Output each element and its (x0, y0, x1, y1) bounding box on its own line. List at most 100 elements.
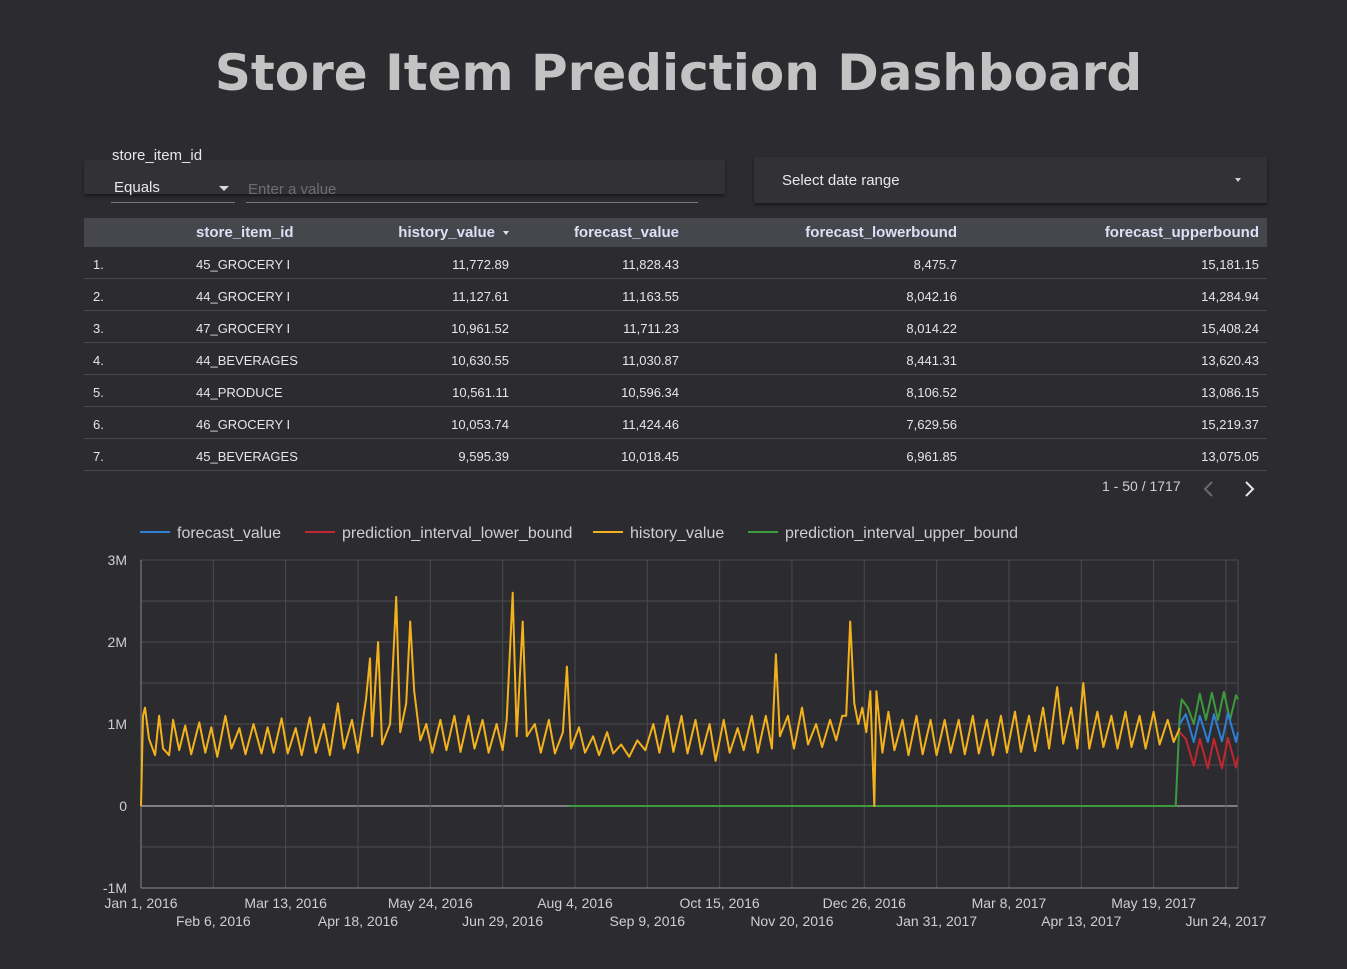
cell-forecast-lowerbound: 8,014.22 (906, 321, 957, 336)
col-header-forecast-value[interactable]: forecast_value (574, 224, 679, 241)
date-range-label: Select date range (782, 172, 900, 189)
x-tick-label: Nov 20, 2016 (750, 913, 833, 929)
cell-forecast-upperbound: 15,219.37 (1201, 417, 1259, 432)
cell-history-value: 9,595.39 (458, 449, 509, 464)
col-header-history-value[interactable]: history_value (398, 224, 509, 241)
cell-history-value: 10,053.74 (451, 417, 509, 432)
x-tick-label: Dec 26, 2016 (823, 895, 906, 911)
cell-forecast-upperbound: 13,620.43 (1201, 353, 1259, 368)
x-tick-label: Apr 13, 2017 (1041, 913, 1121, 929)
series-line-prediction-interval-upper-bound (569, 691, 1239, 807)
chevron-left-icon (1203, 481, 1213, 497)
cell-forecast-upperbound: 14,284.94 (1201, 289, 1259, 304)
x-tick-label: May 19, 2017 (1111, 895, 1196, 911)
series-line-forecast-value (1178, 712, 1239, 743)
cell-forecast-value: 11,711.23 (623, 321, 679, 336)
data-table: store_item_id history_value forecast_val… (84, 218, 1267, 471)
cell-store-item-id: 44_BEVERAGES (196, 353, 298, 368)
legend-swatch (748, 530, 778, 533)
x-tick-label: Feb 6, 2016 (176, 913, 251, 929)
y-tick-label: 3M (108, 552, 127, 568)
time-series-chart: -1M 0 1M 2M 3M Jan 1, 2016 Feb 6, 2016 Mar 13, … (103, 552, 1267, 929)
cell-history-value: 10,961.52 (451, 321, 509, 336)
cell-forecast-lowerbound: 8,042.16 (906, 289, 957, 304)
table-header: store_item_id history_value forecast_val… (84, 218, 1267, 247)
cell-forecast-value: 11,030.87 (622, 353, 679, 368)
table-row[interactable]: 7. 45_BEVERAGES 9,595.39 10,018.45 6,961.85 1… (84, 439, 1267, 471)
col-header-forecast-lowerbound[interactable]: forecast_lowerbound (805, 224, 957, 241)
y-tick-label: -1M (103, 880, 127, 896)
pagination-text: 1 - 50 / 1717 (1102, 478, 1181, 494)
caret-down-icon (219, 186, 229, 191)
cell-forecast-lowerbound: 8,106.52 (906, 385, 957, 400)
table-row[interactable]: 2. 44_GROCERY I 11,127.61 11,163.55 8,042.16… (84, 279, 1267, 311)
cell-forecast-lowerbound: 8,475.7 (913, 257, 957, 272)
cell-history-value: 11,772.89 (452, 257, 509, 272)
x-tick-label: Mar 13, 2016 (244, 895, 327, 911)
sort-desc-icon (503, 231, 509, 236)
next-page-button[interactable] (1238, 478, 1260, 500)
cell-forecast-lowerbound: 6,961.85 (906, 449, 957, 464)
cell-store-item-id: 44_GROCERY I (196, 289, 291, 304)
filter-operator-select[interactable]: Equals (111, 176, 235, 203)
y-tick-label: 0 (119, 798, 127, 814)
table-row[interactable]: 3. 47_GROCERY I 10,961.52 11,711.23 8,014.22… (84, 311, 1267, 343)
cell-forecast-value: 10,596.34 (621, 385, 679, 400)
legend-item[interactable]: history_value (593, 525, 724, 543)
cell-forecast-upperbound: 13,075.05 (1201, 449, 1259, 464)
cell-rank: 3. (93, 321, 104, 336)
x-tick-label: Jun 29, 2016 (462, 913, 543, 929)
x-tick-label: Apr 18, 2016 (318, 913, 398, 929)
y-tick-label: 1M (108, 716, 127, 732)
x-tick-label: Jun 24, 2017 (1185, 913, 1266, 929)
series-line-history-value (140, 591, 1181, 807)
table-body: 1. 45_GROCERY I 11,772.89 11,828.43 8,475.7 1… (84, 247, 1267, 471)
legend-swatch (140, 530, 170, 533)
cell-history-value: 11,127.61 (452, 289, 509, 304)
legend-label: forecast_value (177, 525, 282, 542)
table-row[interactable]: 4. 44_BEVERAGES 10,630.55 11,030.87 8,441.31… (84, 343, 1267, 375)
table-row[interactable]: 6. 46_GROCERY I 10,053.74 11,424.46 7,629.56… (84, 407, 1267, 439)
col-header-store-item-id[interactable]: store_item_id (196, 224, 294, 241)
dashboard-title: Store Item Prediction Dashboard (214, 44, 1143, 102)
x-tick-label: Jan 1, 2016 (104, 895, 177, 911)
cell-forecast-value: 11,163.55 (622, 289, 679, 304)
cell-forecast-upperbound: 15,408.24 (1201, 321, 1259, 336)
x-tick-label: May 24, 2016 (388, 895, 473, 911)
cell-forecast-value: 11,424.46 (622, 417, 679, 432)
col-header-forecast-upperbound[interactable]: forecast_upperbound (1105, 224, 1259, 241)
legend-item[interactable]: prediction_interval_lower_bound (305, 525, 572, 543)
cell-rank: 7. (93, 449, 104, 464)
cell-rank: 2. (93, 289, 104, 304)
cell-forecast-value: 10,018.45 (621, 449, 679, 464)
legend-label: history_value (630, 525, 725, 542)
x-tick-label: Sep 9, 2016 (610, 913, 686, 929)
cell-store-item-id: 44_PRODUCE (196, 385, 283, 400)
legend-swatch (593, 530, 623, 533)
cell-history-value: 10,561.11 (452, 385, 509, 400)
chevron-right-icon (1245, 481, 1255, 497)
table-row[interactable]: 1. 45_GROCERY I 11,772.89 11,828.43 8,475.7 1… (84, 247, 1267, 279)
date-range-picker[interactable]: Select date range (754, 157, 1267, 203)
col-header-label: history_value (398, 224, 495, 241)
cell-forecast-upperbound: 13,086.15 (1201, 385, 1259, 400)
cell-rank: 5. (93, 385, 104, 400)
prev-page-button[interactable] (1198, 478, 1220, 500)
cell-forecast-lowerbound: 8,441.31 (906, 353, 957, 368)
legend-label: prediction_interval_upper_bound (785, 525, 1019, 542)
legend-item[interactable]: forecast_value (140, 525, 281, 543)
cell-history-value: 10,630.55 (451, 353, 509, 368)
cell-forecast-value: 11,828.43 (622, 257, 679, 272)
cell-store-item-id: 47_GROCERY I (196, 321, 291, 336)
legend-swatch (305, 530, 335, 533)
legend-item[interactable]: prediction_interval_upper_bound (748, 525, 1018, 543)
filter-value-input[interactable] (246, 176, 698, 203)
table-row[interactable]: 5. 44_PRODUCE 10,561.11 10,596.34 8,106.52 13… (84, 375, 1267, 407)
x-tick-label: Mar 8, 2017 (972, 895, 1047, 911)
filter-label: store_item_id (112, 147, 203, 164)
y-tick-label: 2M (108, 634, 127, 650)
legend-label: prediction_interval_lower_bound (342, 525, 573, 542)
cell-store-item-id: 45_GROCERY I (196, 257, 291, 272)
x-tick-label: Aug 4, 2016 (537, 895, 613, 911)
cell-rank: 4. (93, 353, 104, 368)
